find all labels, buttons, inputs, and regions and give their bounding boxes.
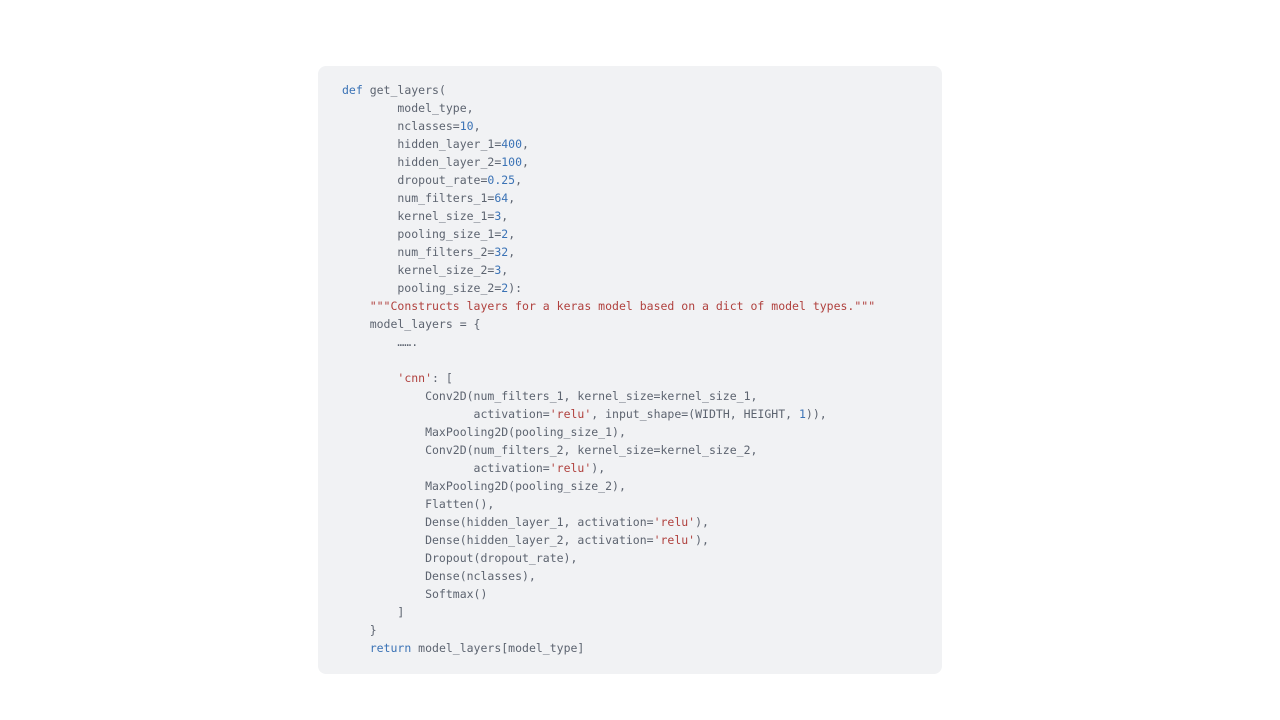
code-content: def get_layers( model_type, nclasses=10,…	[342, 83, 875, 655]
python-code-block: def get_layers( model_type, nclasses=10,…	[318, 66, 942, 674]
